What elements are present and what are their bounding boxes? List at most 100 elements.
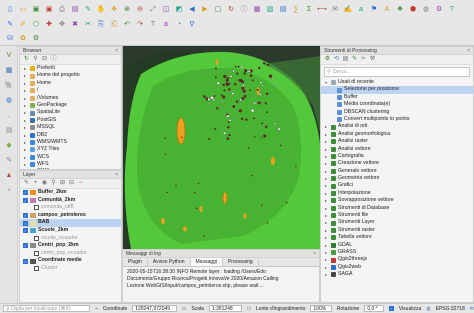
- add-group-icon[interactable]: +: [32, 180, 39, 187]
- add-mssql-icon[interactable]: ▲: [3, 169, 15, 181]
- statistics-icon[interactable]: Σ: [303, 3, 315, 15]
- add-spatialite-icon[interactable]: ✎: [3, 154, 15, 166]
- add-csv-icon[interactable]: ,: [3, 109, 15, 121]
- magnifier-field[interactable]: 100%: [310, 305, 332, 312]
- chevron-right-icon[interactable]: ▸: [325, 131, 329, 138]
- refresh-icon[interactable]: ↻: [225, 3, 237, 15]
- python-script-icon[interactable]: ✎: [351, 56, 358, 63]
- add-wfs-icon[interactable]: ▤: [3, 124, 15, 136]
- processing-group-item[interactable]: ▸ Geometria vettore: [321, 175, 473, 182]
- layer-visibility-checkbox[interactable]: [34, 205, 39, 211]
- chevron-right-icon[interactable]: ▸: [325, 175, 329, 182]
- save-as-icon[interactable]: ▣: [43, 3, 55, 15]
- results-icon[interactable]: ▤: [342, 56, 349, 63]
- chevron-right-icon[interactable]: ▸: [325, 227, 329, 234]
- layer-item[interactable]: ✓ Scuole_2km: [20, 227, 121, 235]
- browser-item[interactable]: ▸ DB2: [20, 132, 121, 139]
- processing-group-item[interactable]: ▸ Sovrapposizione vettore: [321, 197, 473, 204]
- chevron-right-icon[interactable]: ▸: [325, 212, 329, 219]
- collapse-all-icon[interactable]: ⊟: [68, 180, 75, 187]
- log-tab[interactable]: Processing: [223, 258, 259, 266]
- processing-group-item[interactable]: ▸ Analisi vettore: [321, 146, 473, 153]
- identify-icon[interactable]: ⓘ: [238, 3, 250, 15]
- add-geopackage-icon[interactable]: ◆: [3, 139, 15, 151]
- help-icon[interactable]: ?: [446, 3, 458, 15]
- browser-item[interactable]: ▸ PostGIS: [20, 117, 121, 124]
- render-checkbox[interactable]: ✓: [388, 306, 394, 311]
- chevron-right-icon[interactable]: ▸: [325, 234, 329, 241]
- db-manager-icon[interactable]: ⛁: [4, 32, 16, 44]
- chevron-right-icon[interactable]: ▸: [24, 146, 28, 153]
- browser-item[interactable]: ▸ Home: [20, 80, 121, 87]
- layer-visibility-checkbox[interactable]: ✓: [23, 213, 28, 219]
- layer-visibility-checkbox[interactable]: ✓: [23, 258, 28, 264]
- layer-item[interactable]: ✓ campos_petroleros: [20, 212, 121, 220]
- move-feature-icon[interactable]: ✥: [56, 18, 68, 30]
- remove-layer-icon[interactable]: −: [77, 180, 84, 187]
- chevron-right-icon[interactable]: ▸: [24, 72, 28, 79]
- chevron-right-icon[interactable]: ▸: [325, 123, 329, 130]
- zoom-out-icon[interactable]: ⊖: [134, 3, 146, 15]
- new-shapefile-icon[interactable]: +: [3, 184, 15, 196]
- processing-group-item[interactable]: ▸ Interpolazione: [321, 190, 473, 197]
- layer-visibility-checkbox[interactable]: ✓: [23, 228, 28, 234]
- layer-item[interactable]: ✓ Centri_pop_2km: [20, 242, 121, 250]
- text-icon[interactable]: T: [147, 18, 159, 30]
- undo-icon[interactable]: ↶: [121, 18, 133, 30]
- browser-item[interactable]: ▸ /: [20, 87, 121, 94]
- layer-visibility-checkbox[interactable]: [34, 235, 39, 241]
- paste-icon[interactable]: ⎗: [108, 18, 120, 30]
- pan-icon[interactable]: ✋: [95, 3, 107, 15]
- chevron-right-icon[interactable]: ▸: [325, 182, 329, 189]
- layer-visibility-checkbox[interactable]: ✓: [23, 190, 28, 196]
- chevron-right-icon[interactable]: ▸: [24, 65, 28, 72]
- browser-item[interactable]: ▸ WFS: [20, 161, 121, 168]
- close-icon[interactable]: ×: [313, 250, 316, 258]
- processing-recent-group[interactable]: ▾ Usati di recente: [321, 79, 473, 86]
- field-calculator-icon[interactable]: ∑: [290, 3, 302, 15]
- processing-group-item[interactable]: ▸ Analisi geomorfologica: [321, 131, 473, 138]
- chevron-right-icon[interactable]: ▸: [325, 219, 329, 226]
- processing-algorithm-item[interactable]: Media coordinata(e): [321, 101, 473, 108]
- collapse-all-icon[interactable]: ⊟: [41, 56, 48, 63]
- zoom-last-icon[interactable]: ◀: [186, 3, 198, 15]
- layer-item[interactable]: ✓ Comunità_2km: [20, 197, 121, 205]
- log-tab[interactable]: Messaggi: [190, 258, 223, 266]
- layer-item[interactable]: comunita_utf8: [20, 204, 121, 212]
- document-icon[interactable]: ▯: [4, 3, 16, 15]
- open-folder-icon[interactable]: ▭: [17, 3, 29, 15]
- coordinate-field[interactable]: 128247,972049: [132, 305, 177, 312]
- locator-search-input[interactable]: ⚲ Digita per localizzare (⌘K): [3, 305, 90, 312]
- grass-icon[interactable]: ✿: [17, 32, 29, 44]
- browser-item[interactable]: ▸ MSSQL: [20, 124, 121, 131]
- properties-icon[interactable]: ⓘ: [50, 56, 57, 63]
- attribute-table-icon[interactable]: ▤: [277, 3, 289, 15]
- lock-icon[interactable]: ⊡: [247, 306, 251, 312]
- copy-icon[interactable]: ⎘: [95, 18, 107, 30]
- settings-icon[interactable]: ⚙: [433, 3, 445, 15]
- processing-group-item[interactable]: ▸ Creazione vettore: [321, 160, 473, 167]
- tips-icon[interactable]: ✉: [329, 3, 341, 15]
- layer-item[interactable]: ✓ BAB: [20, 219, 121, 227]
- close-icon[interactable]: ×: [115, 171, 118, 179]
- processing-group-item[interactable]: ▸ Qgis2threejs: [321, 256, 473, 263]
- edit-pencil-icon[interactable]: ✎: [4, 18, 16, 30]
- browser-item[interactable]: ▸ SpatiaLite: [20, 109, 121, 116]
- chevron-right-icon[interactable]: ▸: [325, 256, 329, 263]
- models-icon[interactable]: ⚙: [324, 56, 331, 63]
- browser-item[interactable]: ▸ WCS: [20, 154, 121, 161]
- digitize-icon[interactable]: ✐: [17, 18, 29, 30]
- annotation-icon[interactable]: ✍: [342, 3, 354, 15]
- layer-visibility-checkbox[interactable]: ✓: [23, 220, 28, 226]
- python-icon[interactable]: ❖: [394, 3, 406, 15]
- browser-item[interactable]: ▸ /Volumes: [20, 95, 121, 102]
- chevron-right-icon[interactable]: ▸: [325, 138, 329, 145]
- pin-icon[interactable]: ⚲: [186, 18, 198, 30]
- chevron-right-icon[interactable]: ▸: [24, 95, 28, 102]
- label-pin-icon[interactable]: ⚑: [368, 3, 380, 15]
- add-postgis-icon[interactable]: 🐘: [3, 79, 15, 91]
- processing-algorithm-item[interactable]: Buffer: [321, 94, 473, 101]
- refresh-icon[interactable]: ↻: [23, 56, 30, 63]
- chevron-right-icon[interactable]: ▸: [24, 87, 28, 94]
- layout-icon[interactable]: ▤: [69, 3, 81, 15]
